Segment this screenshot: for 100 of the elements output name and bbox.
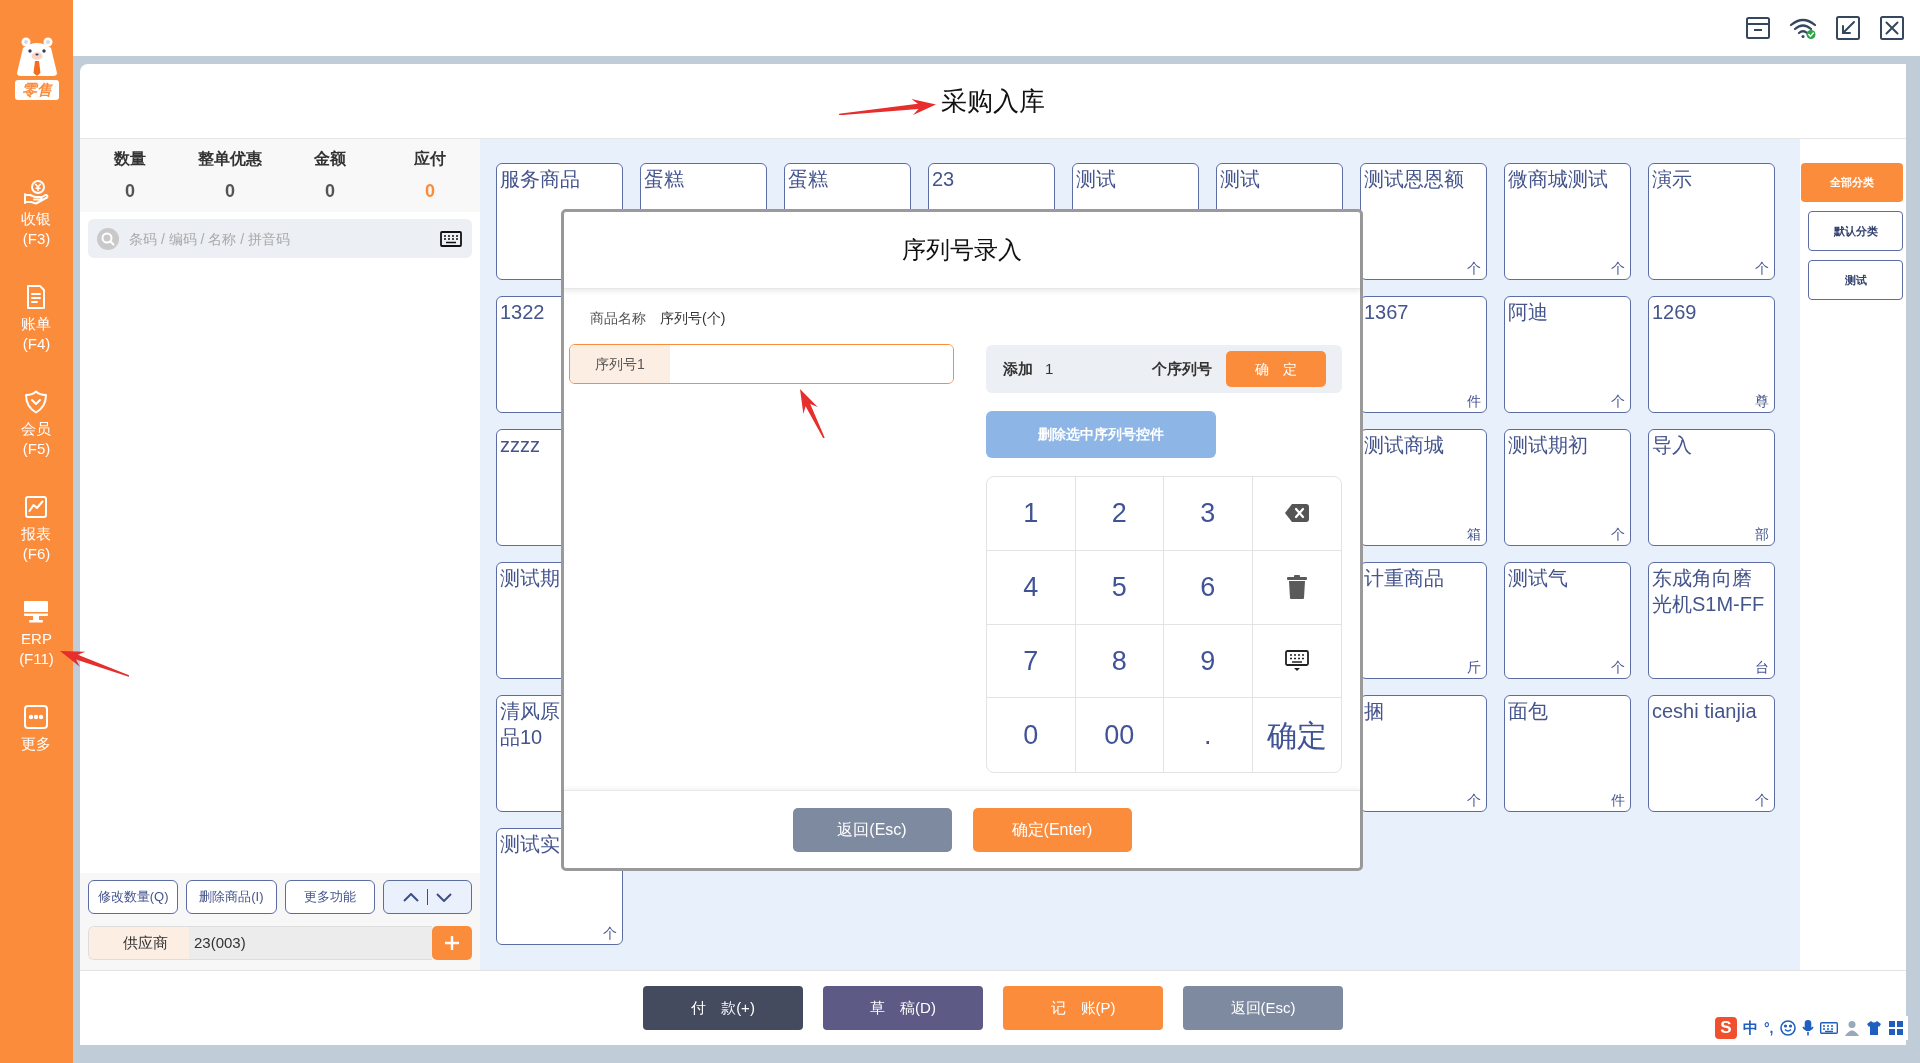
annotation-arrow	[60, 651, 130, 677]
product-tile[interactable]: 1367 件	[1360, 296, 1487, 413]
product-tile[interactable]: 阿迪 个	[1504, 296, 1631, 413]
keypad-key[interactable]: 4	[987, 550, 1076, 625]
product-tile[interactable]: 测试期初 个	[1504, 429, 1631, 546]
unit-label: 个	[1611, 658, 1625, 676]
chevron-up-icon	[402, 892, 419, 902]
product-name: 蛋糕	[644, 167, 685, 192]
product-name: 测试恩恩额	[1364, 167, 1465, 192]
product-tile[interactable]: 计重商品 斤	[1360, 562, 1487, 679]
keypad-key[interactable]: 9	[1164, 624, 1253, 699]
chart-icon	[23, 494, 50, 520]
unit-label: 箱	[1467, 525, 1481, 543]
unit-label: 斤	[1467, 658, 1481, 676]
product-name: 服务商品	[500, 167, 581, 192]
product-name: 1367	[1364, 300, 1410, 325]
keypad-key[interactable]: 8	[1075, 624, 1164, 699]
keyboard-icon[interactable]	[1819, 1022, 1838, 1034]
product-name: 测试期	[500, 566, 561, 591]
product-tile[interactable]: 微商城测试 个	[1504, 163, 1631, 280]
product-name: 测试	[1076, 167, 1117, 192]
shield-icon	[23, 389, 50, 415]
category-tab[interactable]: 测试	[1808, 260, 1903, 300]
product-tile[interactable]: 测试商城 箱	[1360, 429, 1487, 546]
smiley-icon[interactable]	[1779, 1020, 1796, 1036]
product-name: zzzz	[500, 433, 541, 458]
ime-logo[interactable]: S	[1715, 1017, 1737, 1039]
unit-label: 个	[1611, 392, 1625, 410]
product-name: 演示	[1652, 167, 1693, 192]
unit-label: 尊	[1755, 392, 1769, 410]
product-name: 测试期初	[1508, 433, 1589, 458]
plus-icon	[445, 936, 459, 950]
count-field[interactable]: 1	[1041, 354, 1101, 384]
product-tile[interactable]: 导入 部	[1648, 429, 1775, 546]
shirt-icon[interactable]	[1865, 1020, 1882, 1036]
product-tile[interactable]: 面包 件	[1504, 695, 1631, 812]
summary-value: 0	[225, 180, 235, 202]
product-name: 23	[932, 167, 956, 192]
product-tile[interactable]: 测试气 个	[1504, 562, 1631, 679]
trash-icon	[1286, 575, 1307, 600]
product-value: 序列号(个)	[660, 308, 726, 328]
keypad-enter-key[interactable]: 确定	[1252, 698, 1341, 772]
product-tile[interactable]: 1269 尊	[1648, 296, 1775, 413]
search-field[interactable]: 条码 / 编码 / 名称 / 拼音码	[129, 224, 434, 253]
keypad-key[interactable]: 7	[987, 624, 1076, 699]
keypad-key[interactable]: 6	[1164, 550, 1253, 625]
window-icon[interactable]	[1745, 16, 1771, 40]
footer-button[interactable]: 草 稿(D)	[823, 986, 983, 1030]
keypad-key[interactable]: 00	[1075, 698, 1164, 772]
unit-label: 个	[1467, 259, 1481, 277]
product-name: 微商城测试	[1508, 167, 1609, 192]
keypad-key[interactable]: 2	[1075, 477, 1164, 551]
product-tile[interactable]: 捆 个	[1360, 695, 1487, 812]
product-tile[interactable]: ceshi tianjia 个	[1648, 695, 1775, 812]
product-name: 测试实	[500, 832, 561, 857]
keypad-key[interactable]: 5	[1075, 550, 1164, 625]
ime-punctuation[interactable]: °,	[1764, 1018, 1774, 1038]
keypad-key[interactable]: 1	[987, 477, 1076, 551]
brand-label: 零售	[14, 80, 59, 100]
product-name: 捆	[1364, 699, 1385, 724]
microphone-icon[interactable]	[1801, 1020, 1814, 1036]
product-tile[interactable]: 东成角向磨光机S1M-FF 台	[1648, 562, 1775, 679]
keypad-key[interactable]: 3	[1164, 477, 1253, 551]
keyboard-icon	[1284, 649, 1309, 672]
footer-button[interactable]: 付 款(+)	[643, 986, 803, 1030]
keyboard-icon[interactable]	[440, 230, 462, 247]
grid-icon[interactable]	[1887, 1020, 1904, 1036]
ime-mode[interactable]: 中	[1743, 1018, 1758, 1038]
add-label: 添加	[1003, 358, 1033, 379]
unit-label: 台	[1755, 658, 1769, 676]
search-bar[interactable]: 条码 / 编码 / 名称 / 拼音码	[88, 219, 472, 258]
product-tile[interactable]: 演示 个	[1648, 163, 1775, 280]
category-tab[interactable]: 默认分类	[1808, 211, 1903, 251]
annotation-arrow	[800, 389, 825, 439]
wifi-icon[interactable]	[1789, 16, 1817, 40]
bear-logo-icon	[14, 36, 59, 76]
keypad-key[interactable]: 0	[987, 698, 1076, 772]
action-button[interactable]: 删除商品(I)	[186, 880, 277, 914]
product-name: 蛋糕	[788, 167, 829, 192]
product-name: 测试商城	[1364, 433, 1445, 458]
product-name: 测试气	[1508, 566, 1569, 591]
keypad-key[interactable]: .	[1164, 698, 1253, 772]
exit-fullscreen-icon[interactable]	[1835, 15, 1861, 41]
supplier-field[interactable]: 供应商 23(003)	[88, 926, 432, 960]
unit-label: 个	[603, 924, 617, 942]
monitor-icon	[23, 599, 50, 625]
unit-label: 个	[1755, 259, 1769, 277]
product-name: 导入	[1652, 433, 1693, 458]
add-suffix: 个序列号	[1152, 358, 1212, 379]
product-tile[interactable]: 测试恩恩额 个	[1360, 163, 1487, 280]
product-name: 1322	[500, 300, 546, 325]
close-icon[interactable]	[1879, 15, 1905, 41]
product-name: 1269	[1652, 300, 1698, 325]
serial-input-field[interactable]: 序列号1	[569, 344, 954, 384]
unit-label: 件	[1611, 791, 1625, 809]
action-button[interactable]: 修改数量(Q)	[88, 880, 179, 914]
summary-value: 0	[125, 180, 135, 202]
summary-value: 0	[425, 180, 435, 202]
action-button[interactable]: 更多功能	[284, 880, 375, 914]
summary-label: 整单优惠	[198, 149, 262, 169]
